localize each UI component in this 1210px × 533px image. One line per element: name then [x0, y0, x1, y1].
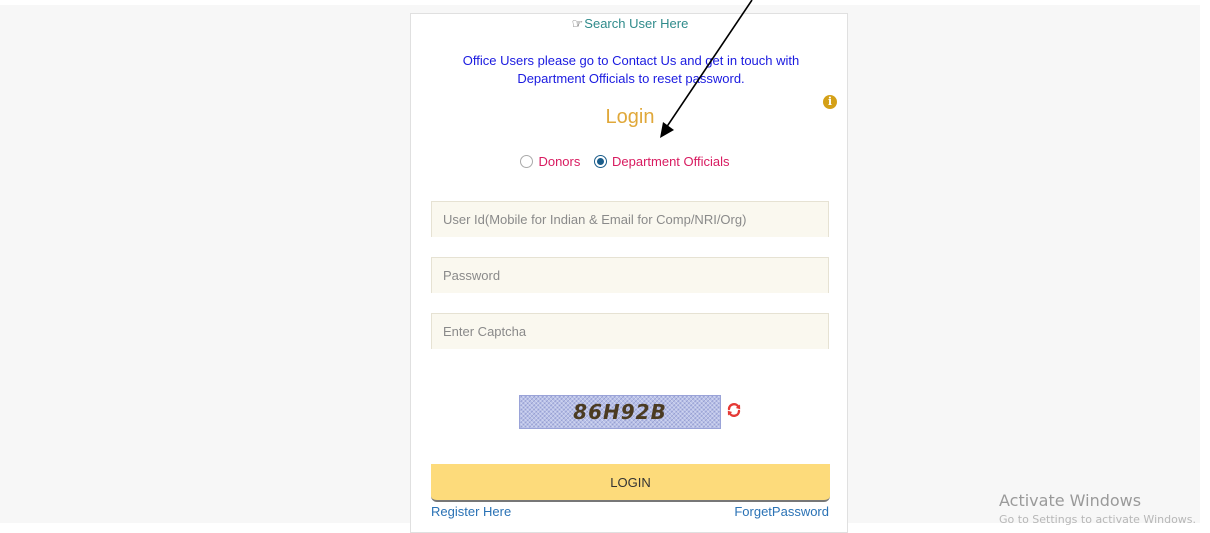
search-user-link[interactable]: ☞Search User Here	[411, 16, 849, 32]
captcha-input[interactable]	[431, 313, 829, 349]
user-type-selector: Donors Department Officials	[411, 154, 849, 169]
department-officials-label[interactable]: Department Officials	[612, 154, 730, 169]
forget-password-link[interactable]: ForgetPassword	[734, 504, 829, 519]
login-title: Login	[605, 106, 655, 128]
windows-watermark-subtitle: Go to Settings to activate Windows.	[999, 513, 1197, 526]
register-link[interactable]: Register Here	[431, 504, 511, 519]
refresh-captcha-icon[interactable]	[726, 402, 742, 418]
user-id-input[interactable]	[431, 201, 829, 237]
donors-radio[interactable]	[520, 155, 534, 168]
password-input[interactable]	[431, 257, 829, 293]
windows-watermark-title: Activate Windows	[999, 491, 1142, 510]
captcha-text: 86H92B	[573, 400, 667, 424]
search-user-label: Search User Here	[584, 16, 689, 31]
login-button[interactable]: LOGIN	[431, 464, 830, 502]
department-officials-radio[interactable]	[594, 155, 607, 168]
reset-password-notice: Office Users please go to Contact Us and…	[462, 53, 800, 86]
captcha-image: 86H92B	[519, 395, 721, 429]
login-panel: ☞Search User Here Office Users please go…	[410, 13, 848, 533]
donors-label[interactable]: Donors	[538, 154, 580, 169]
hand-pointing-icon: ☞	[571, 16, 584, 31]
